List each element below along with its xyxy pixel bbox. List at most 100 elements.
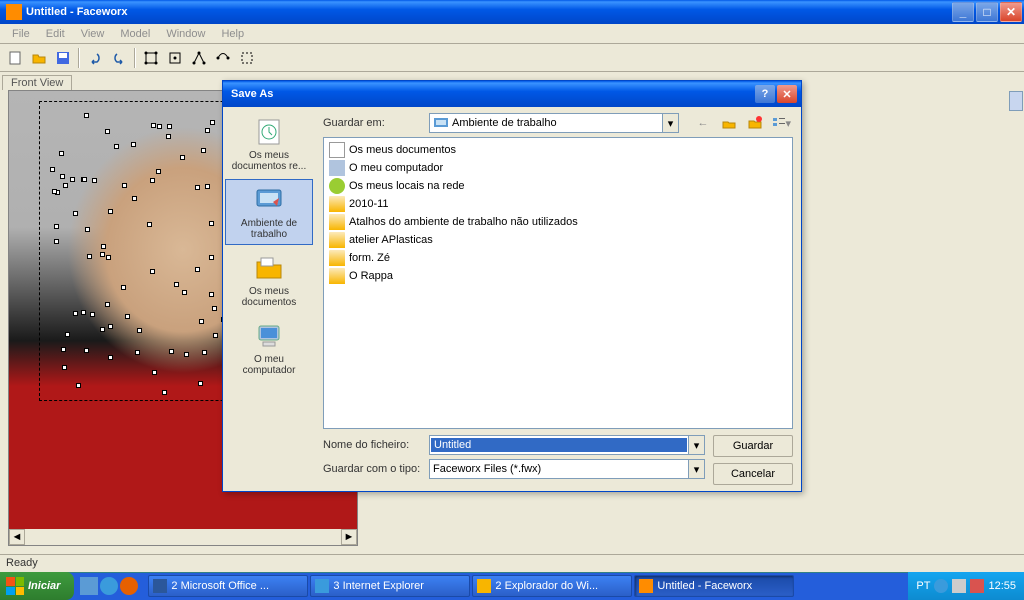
task-icon (477, 579, 491, 593)
file-label: Os meus documentos (349, 144, 456, 156)
dialog-titlebar[interactable]: Save As ? ✕ (223, 81, 801, 107)
menu-help[interactable]: Help (213, 26, 252, 42)
place-recent[interactable]: Os meus documentos re... (225, 111, 313, 177)
ql-desktop-icon[interactable] (80, 577, 98, 595)
file-item[interactable]: atelier APlasticas (327, 231, 789, 249)
file-label: O meu computador (349, 162, 443, 174)
taskbar: Iniciar 2 Microsoft Office ...3 Internet… (0, 572, 1024, 600)
file-list[interactable]: Os meus documentos O meu computador Os meu… (323, 137, 793, 429)
save-button[interactable] (52, 47, 74, 69)
filetype-combo[interactable]: Faceworx Files (*.fwx) ▾ (429, 459, 705, 479)
app-icon (6, 4, 22, 20)
ql-ie-icon[interactable] (100, 577, 118, 595)
task-button[interactable]: 2 Explorador do Wi... (472, 575, 632, 597)
status-bar: Ready (0, 554, 1024, 572)
filename-label: Nome do ficheiro: (323, 439, 423, 451)
save-in-label: Guardar em: (323, 117, 423, 129)
tray-icon[interactable] (934, 579, 948, 593)
task-icon (315, 579, 329, 593)
clock[interactable]: 12:55 (988, 580, 1016, 592)
menu-model[interactable]: Model (112, 26, 158, 42)
scroll-right[interactable]: ► (341, 529, 357, 545)
net-icon (329, 178, 345, 194)
undo-button[interactable] (84, 47, 106, 69)
scroll-thumb[interactable] (1009, 91, 1023, 111)
folder-icon (329, 232, 345, 248)
save-in-combo[interactable]: Ambiente de trabalho ▾ (429, 113, 679, 133)
maximize-button[interactable]: □ (976, 2, 998, 22)
right-scrollbar[interactable] (1008, 90, 1024, 554)
save-button[interactable]: Guardar (713, 435, 793, 457)
file-item[interactable]: 2010-11 (327, 195, 789, 213)
tool-1[interactable] (140, 47, 162, 69)
cancel-button[interactable]: Cancelar (713, 463, 793, 485)
views-button[interactable]: ▾ (771, 113, 791, 133)
windows-logo-icon (6, 577, 24, 595)
tool-5[interactable] (236, 47, 258, 69)
file-label: form. Zé (349, 252, 390, 264)
place-desktop[interactable]: Ambiente de trabalho (225, 179, 313, 245)
place-documents[interactable]: Os meus documentos (225, 247, 313, 313)
tool-3[interactable] (188, 47, 210, 69)
tool-4[interactable] (212, 47, 234, 69)
task-button[interactable]: 3 Internet Explorer (310, 575, 470, 597)
file-label: Os meus locais na rede (349, 180, 465, 192)
file-item[interactable]: Os meus documentos (327, 141, 789, 159)
file-item[interactable]: O meu computador (327, 159, 789, 177)
dialog-title: Save As (227, 88, 753, 100)
open-button[interactable] (28, 47, 50, 69)
redo-button[interactable] (108, 47, 130, 69)
new-button[interactable] (4, 47, 26, 69)
app-title: Untitled - Faceworx (26, 6, 950, 18)
start-button[interactable]: Iniciar (0, 572, 74, 600)
dropdown-arrow-icon[interactable]: ▾ (662, 114, 678, 132)
minimize-button[interactable]: _ (952, 2, 974, 22)
folder-icon (329, 250, 345, 266)
place-computer[interactable]: O meu computador (225, 315, 313, 381)
file-label: atelier APlasticas (349, 234, 433, 246)
menu-window[interactable]: Window (158, 26, 213, 42)
filename-input[interactable]: Untitled ▾ (429, 435, 705, 455)
dropdown-arrow-icon[interactable]: ▾ (688, 436, 704, 454)
tab-front-view[interactable]: Front View (2, 75, 72, 90)
language-indicator[interactable]: PT (916, 580, 930, 592)
back-button[interactable]: ← (693, 113, 713, 133)
tool-2[interactable] (164, 47, 186, 69)
filetype-label: Guardar com o tipo: (323, 463, 423, 475)
folder-icon (329, 214, 345, 230)
menu-edit[interactable]: Edit (38, 26, 73, 42)
dialog-help-button[interactable]: ? (755, 85, 775, 103)
file-item[interactable]: form. Zé (327, 249, 789, 267)
system-tray: PT 12:55 (908, 572, 1024, 600)
quick-launch (74, 577, 144, 595)
task-button[interactable]: Untitled - Faceworx (634, 575, 794, 597)
tray-shield-icon[interactable] (970, 579, 984, 593)
tray-volume-icon[interactable] (952, 579, 966, 593)
task-icon (639, 579, 653, 593)
viewport-scrollbar[interactable]: ◄ ► (9, 529, 357, 545)
ql-firefox-icon[interactable] (120, 577, 138, 595)
scroll-left[interactable]: ◄ (9, 529, 25, 545)
task-icon (153, 579, 167, 593)
task-button[interactable]: 2 Microsoft Office ... (148, 575, 308, 597)
menu-bar: File Edit View Model Window Help (0, 24, 1024, 44)
dropdown-arrow-icon[interactable]: ▾ (688, 460, 704, 478)
folder-icon (329, 268, 345, 284)
file-label: O Rappa (349, 270, 393, 282)
close-button[interactable]: ✕ (1000, 2, 1022, 22)
up-button[interactable] (719, 113, 739, 133)
toolbar (0, 44, 1024, 72)
file-item[interactable]: Atalhos do ambiente de trabalho não util… (327, 213, 789, 231)
new-folder-button[interactable] (745, 113, 765, 133)
file-label: Atalhos do ambiente de trabalho não util… (349, 216, 578, 228)
file-item[interactable]: O Rappa (327, 267, 789, 285)
menu-file[interactable]: File (4, 26, 38, 42)
save-as-dialog: Save As ? ✕ Os meus documentos re... Amb… (222, 80, 802, 492)
dialog-close-button[interactable]: ✕ (777, 85, 797, 103)
status-text: Ready (6, 557, 38, 569)
folder-icon (329, 196, 345, 212)
doc-icon (329, 142, 345, 158)
file-item[interactable]: Os meus locais na rede (327, 177, 789, 195)
comp-icon (329, 160, 345, 176)
menu-view[interactable]: View (73, 26, 113, 42)
